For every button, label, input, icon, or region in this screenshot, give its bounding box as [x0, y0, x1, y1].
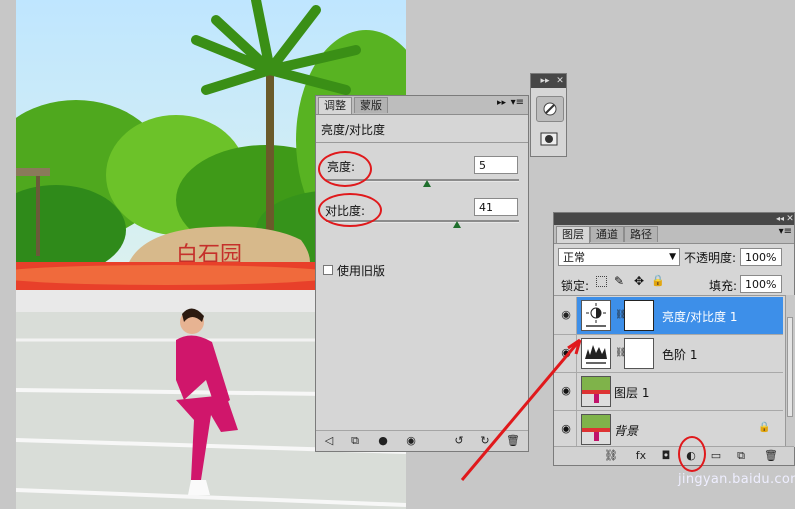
new-layer-icon[interactable]: ⧉: [734, 449, 748, 462]
panel-menu-icon[interactable]: ▾≡: [511, 97, 524, 108]
scrollbar-thumb[interactable]: [787, 317, 793, 417]
watermark-text: jingyan.baidu.com: [678, 472, 795, 487]
annotation-arrow: [460, 338, 582, 481]
tab-paths[interactable]: 路径: [624, 226, 658, 242]
layers-scrollbar[interactable]: [785, 295, 795, 447]
lock-icon: 🔒: [758, 422, 771, 433]
mini-tool-panel: ▸▸ ✕: [530, 73, 567, 157]
contrast-slider-thumb[interactable]: [453, 221, 462, 228]
panel-menu-icon[interactable]: ▾≡: [779, 226, 792, 237]
visibility-eye-icon[interactable]: ◉: [404, 434, 418, 447]
eye-icon[interactable]: ◉: [558, 309, 574, 321]
mask-thumbnail: [624, 338, 654, 369]
layer-name: 亮度/对比度 1: [662, 310, 738, 324]
tab-layers[interactable]: 图层: [556, 226, 590, 243]
layer-name: 背景: [614, 424, 639, 438]
mask-thumbnail: [624, 300, 654, 331]
tab-channels[interactable]: 通道: [590, 226, 624, 242]
expand-view-icon[interactable]: ⧉: [348, 434, 362, 447]
adjustments-panel-button[interactable]: [536, 96, 564, 122]
add-mask-icon[interactable]: ◘: [659, 449, 673, 462]
delete-layer-icon[interactable]: 🗑: [764, 449, 778, 462]
use-legacy-label: 使用旧版: [337, 264, 386, 278]
expand-icon[interactable]: ▸▸: [497, 98, 506, 108]
layer-style-icon[interactable]: fx: [634, 449, 648, 462]
lock-move-icon[interactable]: ✥: [634, 274, 644, 288]
annotation-circle-adjustment-button: [678, 436, 706, 472]
adjustment-thumbnail: [581, 300, 611, 331]
new-group-icon[interactable]: ▭: [709, 449, 723, 462]
tab-masks[interactable]: 蒙版: [354, 97, 388, 113]
opacity-label: 不透明度:: [684, 251, 737, 265]
annotation-circle-contrast: [318, 193, 382, 227]
lock-label: 锁定:: [561, 279, 590, 293]
brightness-slider-thumb[interactable]: [423, 180, 432, 187]
fill-label: 填充:: [709, 279, 738, 293]
layer-name: 色阶 1: [662, 348, 698, 362]
chevron-down-icon: ▼: [669, 252, 676, 262]
tab-adjustments[interactable]: 调整: [318, 97, 352, 114]
opacity-input[interactable]: 100%: [740, 248, 782, 266]
masks-panel-button[interactable]: [540, 132, 558, 146]
collapse-icon[interactable]: ▸▸: [539, 75, 551, 87]
annotation-circle-brightness: [318, 151, 372, 187]
lock-all-icon[interactable]: 🔒: [651, 274, 665, 287]
contrast-input[interactable]: 41: [474, 198, 518, 216]
blend-mode-select[interactable]: 正常 ▼: [558, 248, 680, 266]
lock-paint-icon[interactable]: ✎: [614, 274, 624, 288]
use-legacy-checkbox[interactable]: [323, 265, 333, 275]
close-icon[interactable]: ✕: [784, 213, 795, 225]
layer-name: 图层 1: [614, 386, 650, 400]
back-arrow-icon[interactable]: ◁: [322, 434, 336, 447]
clip-layer-icon[interactable]: ●: [376, 434, 390, 447]
close-icon[interactable]: ✕: [554, 75, 566, 87]
blend-mode-value: 正常: [563, 251, 585, 264]
divider: [316, 142, 528, 143]
brightness-input[interactable]: 5: [474, 156, 518, 174]
adjustment-title: 亮度/对比度: [321, 123, 386, 137]
fill-input[interactable]: 100%: [740, 275, 782, 293]
link-layers-icon[interactable]: ⛓: [604, 449, 618, 462]
lock-transparent-icon[interactable]: [596, 276, 607, 287]
